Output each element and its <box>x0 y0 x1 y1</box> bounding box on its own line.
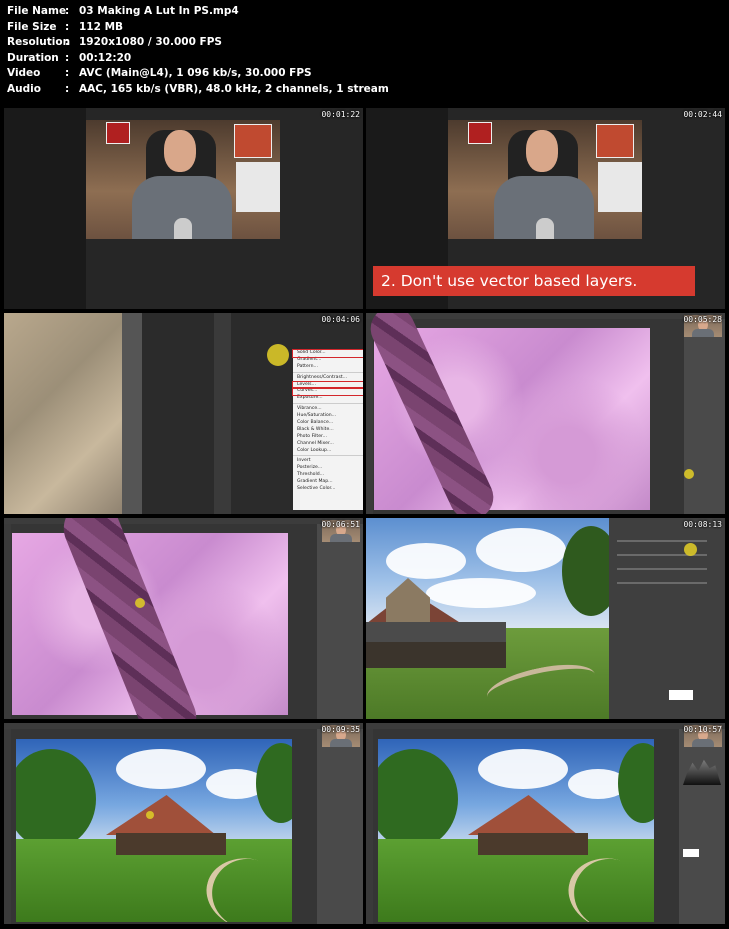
face <box>164 130 196 172</box>
meta-key: File Size <box>7 20 57 33</box>
wall-frame <box>106 122 130 144</box>
ps-panels <box>684 319 725 514</box>
menu-item[interactable]: Selective Color... <box>293 486 363 493</box>
cursor-highlight <box>267 344 289 366</box>
stone-texture <box>4 313 122 514</box>
webcam-frame <box>86 120 280 239</box>
thumbnail-3[interactable]: Solid Color... Gradient... Pattern... Brigh… <box>4 313 363 514</box>
timestamp: 00:08:13 <box>683 520 722 529</box>
meta-key: Resolution <box>7 36 71 49</box>
duration-row: Duration : 00:12:20 <box>7 51 389 67</box>
webcam-frame <box>448 120 642 239</box>
meta-value: 1920x1080 / 30.000 FPS <box>79 36 222 49</box>
wall-frame <box>234 124 272 158</box>
timestamp: 00:05:28 <box>683 315 722 324</box>
wall-frame <box>596 124 634 158</box>
barn-shed <box>366 642 506 668</box>
meta-key: Video <box>7 67 41 80</box>
cursor-highlight <box>684 543 697 556</box>
cursor-highlight <box>146 811 154 819</box>
ps-menubar <box>4 518 363 524</box>
timestamp: 00:06:51 <box>321 520 360 529</box>
meta-sep: : <box>65 20 70 33</box>
thumbnail-5[interactable]: 00:06:51 <box>4 518 363 719</box>
adjustment-layer-menu[interactable]: Solid Color... Gradient... Pattern... Brigh… <box>292 349 363 510</box>
timestamp: 00:04:06 <box>321 315 360 324</box>
video-row: Video : AVC (Main@L4), 1 096 kb/s, 30.00… <box>7 66 389 82</box>
meta-key: Duration <box>7 51 59 64</box>
menu-item[interactable]: Color Lookup... <box>293 448 363 455</box>
ps-toolbar <box>4 524 11 719</box>
timestamp: 00:02:44 <box>683 110 722 119</box>
menu-item[interactable]: Channel Mixer... <box>293 441 363 448</box>
meta-sep: : <box>65 36 70 49</box>
audio-row: Audio : AAC, 165 kb/s (VBR), 48.0 kHz, 2… <box>7 82 389 98</box>
thumbnail-6[interactable]: 00:08:13 <box>366 518 725 719</box>
face <box>526 130 558 172</box>
ps-panels <box>317 729 363 924</box>
resolution-row: Resolution : 1920x1080 / 30.000 FPS <box>7 35 389 51</box>
image-canvas <box>12 518 288 719</box>
wall-frame <box>468 122 492 144</box>
thumbnail-7[interactable]: 00:09:35 <box>4 723 363 924</box>
shelf <box>236 162 280 212</box>
thumbnail-1[interactable]: 00:01:22 <box>4 108 363 309</box>
ps-menubar <box>366 313 725 319</box>
thumbnail-2[interactable]: 2. Don't use vector based layers. 00:02:… <box>366 108 725 309</box>
rope <box>55 518 205 719</box>
file-name-row: File Name : 03 Making A Lut In PS.mp4 <box>7 4 389 20</box>
ps-panels <box>679 729 725 924</box>
ps-toolbar <box>366 729 373 924</box>
image-canvas <box>366 313 650 514</box>
image-canvas <box>378 739 654 922</box>
meta-value: 112 MB <box>79 20 124 33</box>
meta-sep: : <box>65 82 70 95</box>
timestamp: 00:01:22 <box>321 110 360 119</box>
ps-panels <box>317 524 363 719</box>
file-size-row: File Size : 112 MB <box>7 20 389 36</box>
menu-item[interactable]: Brightness/Contrast... <box>293 375 363 382</box>
menu-item[interactable]: Color Balance... <box>293 420 363 427</box>
meta-value: AAC, 165 kb/s (VBR), 48.0 kHz, 2 channel… <box>79 82 389 95</box>
tip-caption: 2. Don't use vector based layers. <box>373 266 695 296</box>
menu-item[interactable]: Gradient... <box>293 357 363 364</box>
meta-sep: : <box>65 67 70 80</box>
ps-panel-strip <box>214 313 231 514</box>
menu-item[interactable]: Solid Color... <box>292 349 363 358</box>
menu-item[interactable]: Black & White... <box>293 427 363 434</box>
meta-value: 03 Making A Lut In PS.mp4 <box>79 5 239 17</box>
ps-sidebar <box>4 108 86 309</box>
shelf <box>598 162 642 212</box>
barn-side-roof <box>366 622 506 644</box>
cursor-highlight <box>135 598 145 608</box>
meta-sep: : <box>65 51 70 64</box>
image-canvas <box>16 739 292 922</box>
menu-item[interactable]: Gradient Map... <box>293 479 363 486</box>
file-info: File Name : 03 Making A Lut In PS.mp4 Fi… <box>7 4 389 98</box>
timestamp: 00:09:35 <box>321 725 360 734</box>
timestamp: 00:10:57 <box>683 725 722 734</box>
thumbnail-8[interactable]: 00:10:57 <box>366 723 725 924</box>
ps-divider <box>122 313 142 514</box>
ps-toolbar <box>4 729 11 924</box>
meta-value: 00:12:20 <box>79 51 132 64</box>
menu-item[interactable]: Hue/Saturation... <box>293 413 363 420</box>
histogram <box>683 759 721 785</box>
meta-key: Audio <box>7 82 41 95</box>
thumbnail-4[interactable]: 00:05:28 <box>366 313 725 514</box>
meta-key: File Name <box>7 5 67 17</box>
microphone <box>174 218 192 239</box>
microphone <box>536 218 554 239</box>
ps-toolbar <box>366 319 373 514</box>
menu-item[interactable]: Photo Filter... <box>293 434 363 441</box>
ps-panels <box>609 518 725 719</box>
ps-menubar <box>4 723 363 729</box>
rope <box>366 313 501 514</box>
cursor-highlight <box>684 469 694 479</box>
ps-menubar <box>366 723 725 729</box>
meta-value: AVC (Main@L4), 1 096 kb/s, 30.000 FPS <box>79 67 312 80</box>
menu-item[interactable]: Pattern... <box>293 364 363 371</box>
menu-item[interactable]: Exposure... <box>293 395 363 402</box>
meta-sep: : <box>65 5 70 17</box>
